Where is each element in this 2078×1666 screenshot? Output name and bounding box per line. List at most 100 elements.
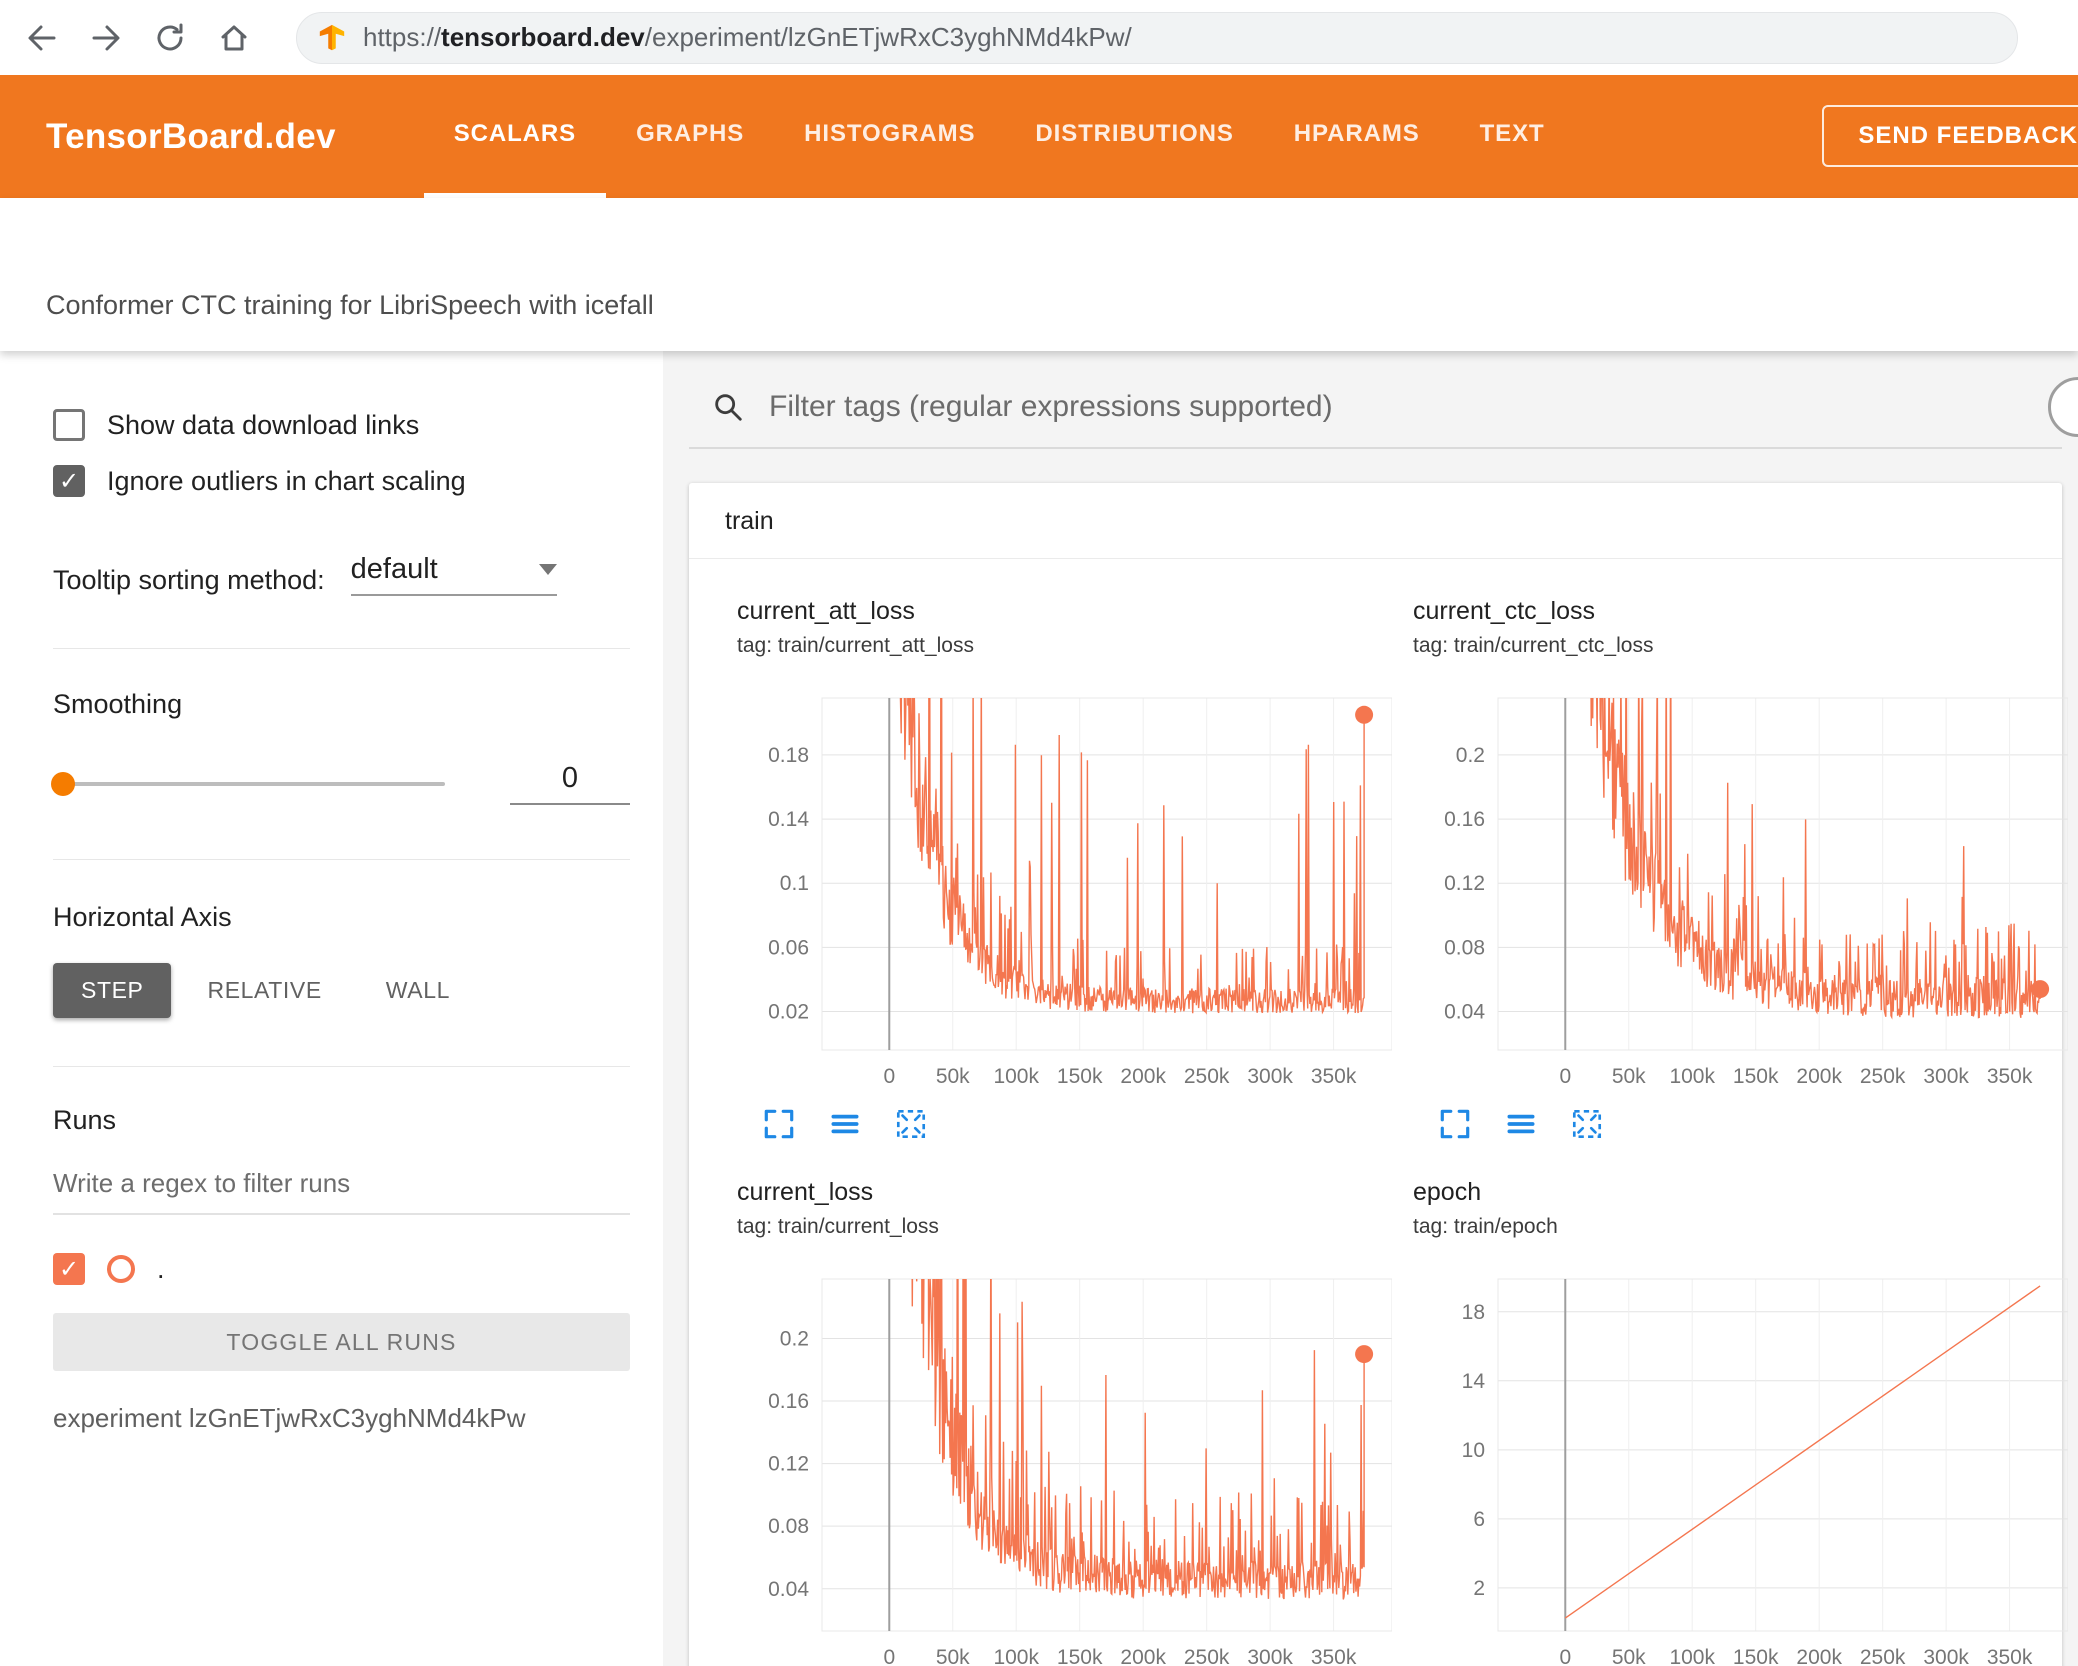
divider [53,859,630,860]
svg-text:100k: 100k [1669,1065,1715,1088]
chart-plot[interactable]: 0.02 0.06 0.1 0.14 0.18 0 50k 100k 150k 200k 250k 3… [737,688,1392,1092]
svg-text:14: 14 [1462,1370,1486,1393]
tooltip-sorting-row: Tooltip sorting method: default [53,553,630,596]
fit-domain-icon[interactable] [893,1106,929,1142]
svg-text:50k: 50k [936,1065,970,1088]
tensorboard-favicon [319,24,345,50]
svg-text:0.12: 0.12 [1444,872,1485,895]
filter-tags-input[interactable] [767,389,2062,425]
svg-text:0: 0 [1559,1646,1571,1666]
tab-scalars[interactable]: SCALARS [423,75,607,198]
filter-tags-row [689,351,2078,449]
forward-icon[interactable] [88,20,124,56]
svg-text:250k: 250k [1860,1065,1906,1088]
svg-text:0.06: 0.06 [768,936,809,959]
tab-text[interactable]: TEXT [1450,75,1575,198]
divider [53,648,630,649]
svg-text:0: 0 [883,1065,895,1088]
smoothing-label: Smoothing [53,689,183,719]
tab-distributions[interactable]: DISTRIBUTIONS [1005,75,1263,198]
svg-text:250k: 250k [1860,1646,1906,1666]
svg-text:0.14: 0.14 [768,808,809,831]
tooltip-sorting-label: Tooltip sorting method: [53,565,325,595]
runs-filter-input[interactable] [53,1162,630,1215]
svg-text:200k: 200k [1796,1065,1842,1088]
chart-toolbar [1437,1106,2073,1142]
chart-epoch: epoch tag: train/epoch 2 6 10 14 18 0 50k 100k 1… [1413,1166,2073,1666]
svg-text:150k: 150k [1057,1065,1103,1088]
section-train-header[interactable]: train [689,483,2062,559]
chevron-down-icon [538,564,557,575]
smoothing-slider-row: 0 [51,762,630,805]
svg-text:150k: 150k [1733,1065,1779,1088]
axis-step-button[interactable]: STEP [53,963,172,1018]
chart-tag: tag: train/epoch [1413,1215,1558,1238]
svg-text:2: 2 [1473,1577,1485,1600]
chart-current_ctc_loss: current_ctc_loss tag: train/current_ctc_… [1413,585,2073,1142]
chart-title: current_ctc_loss [1413,597,1596,625]
tooltip-sorting-dropdown[interactable]: default [350,553,557,596]
tab-hparams[interactable]: HPARAMS [1264,75,1450,198]
svg-text:50k: 50k [1612,1646,1646,1666]
help-button[interactable] [2048,377,2078,437]
back-icon[interactable] [24,20,60,56]
fit-domain-icon[interactable] [1569,1106,1605,1142]
chart-toolbar [761,1106,1397,1142]
reload-icon[interactable] [152,20,188,56]
svg-text:150k: 150k [1057,1646,1103,1666]
axis-wall-button[interactable]: WALL [358,963,478,1018]
horizontal-axis-buttons: STEP RELATIVE WALL [53,963,630,1018]
chart-tag: tag: train/current_ctc_loss [1413,634,1654,657]
svg-text:50k: 50k [1612,1065,1646,1088]
slider-thumb[interactable] [51,771,75,796]
svg-text:100k: 100k [1669,1646,1715,1666]
url-text: https://tensorboard.dev/experiment/lzGnE… [363,22,1132,53]
checkbox-checked-icon[interactable] [53,465,85,497]
main-area: train current_att_loss tag: train/curren… [663,351,2078,1666]
svg-text:0.1: 0.1 [780,872,809,895]
svg-text:0.2: 0.2 [780,1327,809,1350]
expand-chart-icon[interactable] [1437,1106,1473,1142]
smoothing-value-input[interactable]: 0 [510,762,630,805]
svg-text:0.16: 0.16 [768,1390,809,1413]
svg-text:0.2: 0.2 [1456,744,1485,767]
svg-text:300k: 300k [1247,1646,1293,1666]
url-scheme: https:// [363,22,442,52]
chart-tag: tag: train/current_att_loss [737,634,974,657]
ignore-outliers-row[interactable]: Ignore outliers in chart scaling [53,465,630,497]
home-icon[interactable] [216,20,252,56]
run-checkbox[interactable] [53,1253,85,1285]
axis-relative-button[interactable]: RELATIVE [179,963,349,1018]
show-download-links-row[interactable]: Show data download links [53,409,630,441]
svg-text:0.08: 0.08 [768,1515,809,1538]
send-feedback-button[interactable]: SEND FEEDBACK [1822,105,2078,167]
svg-text:300k: 300k [1923,1646,1969,1666]
tab-histograms[interactable]: HISTOGRAMS [774,75,1005,198]
svg-text:200k: 200k [1120,1646,1166,1666]
horizontal-axis-label: Horizontal Axis [53,902,232,932]
chart-plot[interactable]: 0.04 0.08 0.12 0.16 0.2 0 50k 100k 150k 200k 250k 3… [1413,688,2068,1092]
app-logo[interactable]: TensorBoard.dev [46,117,336,157]
svg-text:350k: 350k [1311,1065,1357,1088]
url-bar[interactable]: https://tensorboard.dev/experiment/lzGnE… [296,11,2018,64]
app-header: TensorBoard.dev SCALARS GRAPHS HISTOGRAMS D… [0,75,2078,198]
chart-plot[interactable]: 2 6 10 14 18 0 50k 100k 150k 200k 250k 300k 350k [1413,1269,2068,1666]
expand-chart-icon[interactable] [761,1106,797,1142]
svg-text:350k: 350k [1987,1065,2033,1088]
chart-plot[interactable]: 0.04 0.08 0.12 0.16 0.2 0 50k 100k 150k 200k 250k 3… [737,1269,1392,1666]
log-scale-icon[interactable] [827,1106,863,1142]
smoothing-slider[interactable] [51,771,445,796]
svg-text:300k: 300k [1247,1065,1293,1088]
tab-graphs[interactable]: GRAPHS [606,75,774,198]
run-row[interactable]: . [53,1253,630,1285]
svg-text:200k: 200k [1796,1646,1842,1666]
checkbox-unchecked-icon[interactable] [53,409,85,441]
svg-text:350k: 350k [1311,1646,1357,1666]
chart-title: current_att_loss [737,597,915,625]
svg-text:0.08: 0.08 [1444,936,1485,959]
svg-text:0.04: 0.04 [1444,1001,1485,1024]
toggle-all-runs-button[interactable]: TOGGLE ALL RUNS [53,1313,630,1371]
log-scale-icon[interactable] [1503,1106,1539,1142]
svg-text:250k: 250k [1184,1065,1230,1088]
svg-text:50k: 50k [936,1646,970,1666]
